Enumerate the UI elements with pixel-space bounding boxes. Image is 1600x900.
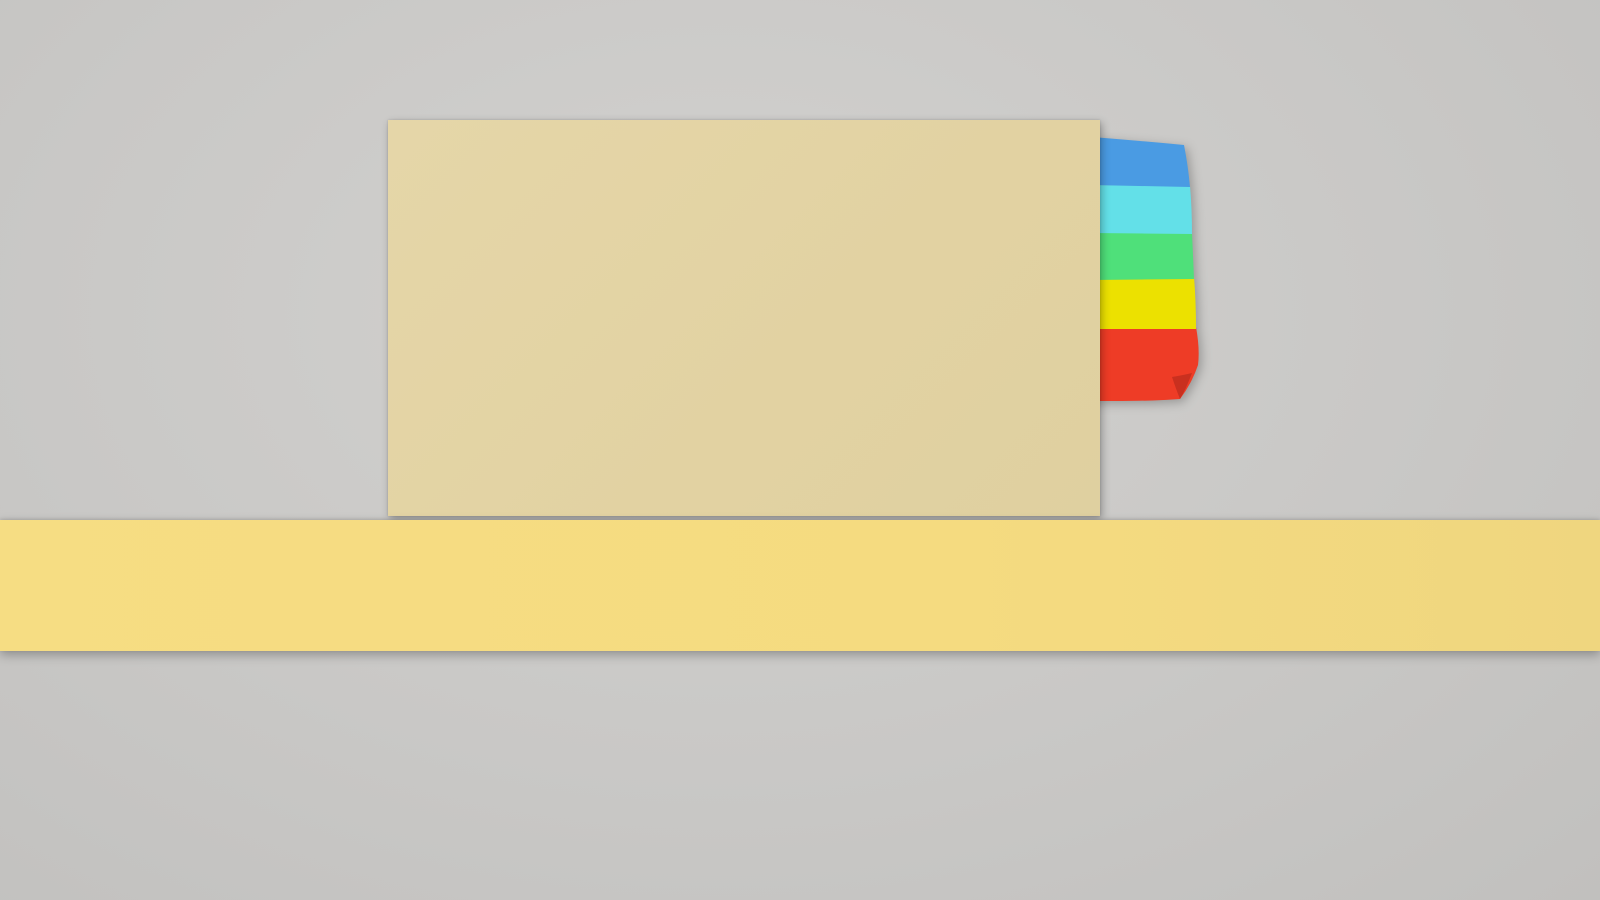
tab-stack-graphic	[1092, 137, 1199, 401]
colored-tab-stack	[1092, 137, 1207, 407]
blue-tab[interactable]	[1092, 137, 1190, 187]
cyan-tab[interactable]	[1092, 185, 1192, 234]
green-tab[interactable]	[1092, 232, 1194, 280]
beige-card	[388, 120, 1100, 516]
yellow-shelf-band	[0, 520, 1600, 651]
scene	[0, 0, 1600, 900]
yellow-tab[interactable]	[1092, 277, 1196, 329]
